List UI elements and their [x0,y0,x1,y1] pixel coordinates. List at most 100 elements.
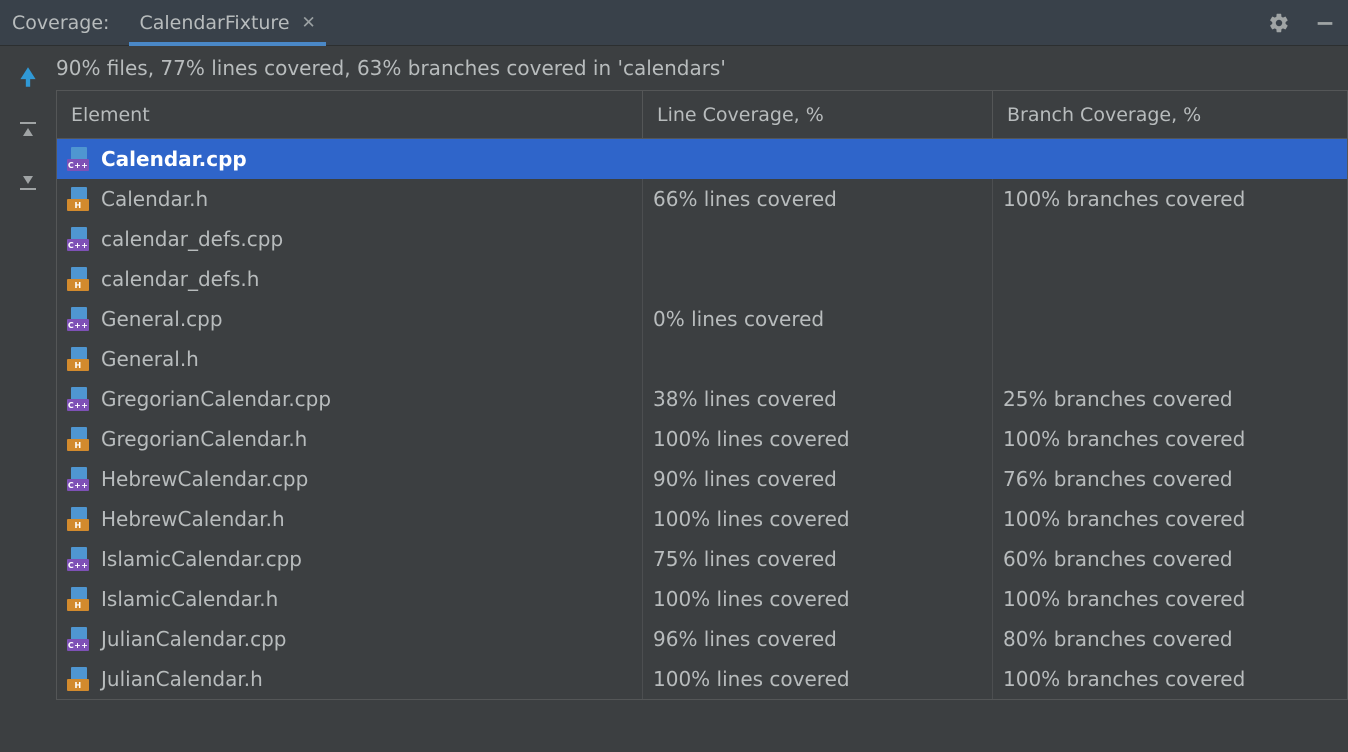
table-row[interactable]: HIslamicCalendar.h100% lines covered100%… [57,579,1347,619]
tab-label: CalendarFixture [139,12,289,34]
cell-line-coverage [643,219,993,259]
header-file-icon: H [67,267,91,291]
file-name: calendar_defs.h [101,267,259,291]
header-file-icon: H [67,347,91,371]
cell-branch-coverage: 100% branches covered [993,419,1347,459]
cell-line-coverage: 100% lines covered [643,419,993,459]
file-name: Calendar.h [101,187,208,211]
cell-element: H Calendar.h [57,179,643,219]
table-row[interactable]: H GregorianCalendar.h 100% lines covered10… [57,419,1347,459]
cell-branch-coverage [993,219,1347,259]
vertical-toolbar [0,46,56,752]
column-branch[interactable]: Branch Coverage, % [993,91,1347,139]
cell-line-coverage: 100% lines covered [643,579,993,619]
cpp-file-icon: C++ [67,467,91,491]
header-file-icon: H [67,427,91,451]
flatten-up-icon[interactable] [16,118,40,142]
column-line[interactable]: Line Coverage, % [643,91,993,139]
cell-element: C++ Calendar.cpp [57,139,643,179]
cell-branch-coverage: 100% branches covered [993,499,1347,539]
cell-line-coverage: 90% lines covered [643,459,993,499]
cell-line-coverage: 0% lines covered [643,299,993,339]
cell-element: C++ HebrewCalendar.cpp [57,459,643,499]
cpp-file-icon: C++ [67,147,91,171]
tab-calendarfixture[interactable]: CalendarFixture ✕ [129,0,325,45]
header-actions [1268,12,1336,34]
file-name: IslamicCalendar.cpp [101,547,302,571]
table-row[interactable]: C++ General.cpp 0% lines covered [57,299,1347,339]
cell-element: C++ General.cpp [57,299,643,339]
table-row[interactable]: C++ IslamicCalendar.cpp 75% lines covered6… [57,539,1347,579]
table-row[interactable]: C++ HebrewCalendar.cpp 90% lines covered76… [57,459,1347,499]
cell-branch-coverage: 60% branches covered [993,539,1347,579]
file-name: HebrewCalendar.cpp [101,467,308,491]
cpp-file-icon: C++ [67,307,91,331]
table-row[interactable]: H Calendar.h 66% lines covered100% branche… [57,179,1347,219]
file-name: General.h [101,347,199,371]
coverage-table: Element Line Coverage, % Branch Coverage… [56,90,1348,700]
header-file-icon: H [67,667,91,691]
file-name: GregorianCalendar.h [101,427,307,451]
file-name: JulianCalendar.cpp [101,627,286,651]
cell-element: H GregorianCalendar.h [57,419,643,459]
cell-branch-coverage: 76% branches covered [993,459,1347,499]
file-name: JulianCalendar.h [101,667,263,691]
header-file-icon: H [67,187,91,211]
cell-element: C++ JulianCalendar.cpp [57,619,643,659]
minimize-icon[interactable] [1314,12,1336,34]
table-row[interactable]: C++ Calendar.cpp [57,139,1347,179]
cell-branch-coverage: 25% branches covered [993,379,1347,419]
cell-branch-coverage [993,259,1347,299]
cpp-file-icon: C++ [67,387,91,411]
file-name: General.cpp [101,307,223,331]
table-row[interactable]: H JulianCalendar.h 100% lines covered100% … [57,659,1347,699]
cell-branch-coverage [993,139,1347,179]
cpp-file-icon: C++ [67,227,91,251]
cell-element: H HebrewCalendar.h [57,499,643,539]
cpp-file-icon: C++ [67,627,91,651]
cell-branch-coverage: 100% branches covered [993,579,1347,619]
header-file-icon: H [67,507,91,531]
cell-element: C++ calendar_defs.cpp [57,219,643,259]
flatten-down-icon[interactable] [16,170,40,194]
file-name: Calendar.cpp [101,147,247,171]
file-name: GregorianCalendar.cpp [101,387,331,411]
file-name: IslamicCalendar.h [101,587,278,611]
cell-line-coverage: 96% lines covered [643,619,993,659]
table-row[interactable]: C++ calendar_defs.cpp [57,219,1347,259]
file-name: calendar_defs.cpp [101,227,283,251]
close-icon[interactable]: ✕ [302,13,316,33]
file-name: HebrewCalendar.h [101,507,285,531]
toolwindow-header: Coverage: CalendarFixture ✕ [0,0,1348,46]
cell-element: Hcalendar_defs.h [57,259,643,299]
cell-line-coverage: 100% lines covered [643,659,993,699]
cell-branch-coverage [993,339,1347,379]
cell-line-coverage: 66% lines covered [643,179,993,219]
table-row[interactable]: H General.h [57,339,1347,379]
gear-icon[interactable] [1268,12,1290,34]
cell-element: HIslamicCalendar.h [57,579,643,619]
table-row[interactable]: Hcalendar_defs.h [57,259,1347,299]
tab-underline [129,42,325,46]
table-row[interactable]: C++ GregorianCalendar.cpp 38% lines covere… [57,379,1347,419]
cell-line-coverage [643,259,993,299]
navigate-up-icon[interactable] [15,64,41,90]
cell-element: C++ GregorianCalendar.cpp [57,379,643,419]
cpp-file-icon: C++ [67,547,91,571]
cell-element: H General.h [57,339,643,379]
table-row[interactable]: C++ JulianCalendar.cpp 96% lines covered80… [57,619,1347,659]
column-element[interactable]: Element [57,91,643,139]
cell-element: C++ IslamicCalendar.cpp [57,539,643,579]
cell-line-coverage: 38% lines covered [643,379,993,419]
table-row[interactable]: H HebrewCalendar.h 100% lines covered100% … [57,499,1347,539]
table-header: Element Line Coverage, % Branch Coverage… [57,91,1347,139]
toolwindow-title: Coverage: [12,12,109,34]
cell-branch-coverage: 100% branches covered [993,659,1347,699]
cell-line-coverage [643,139,993,179]
cell-element: H JulianCalendar.h [57,659,643,699]
cell-line-coverage [643,339,993,379]
cell-branch-coverage: 100% branches covered [993,179,1347,219]
cell-branch-coverage: 80% branches covered [993,619,1347,659]
cell-line-coverage: 100% lines covered [643,499,993,539]
cell-line-coverage: 75% lines covered [643,539,993,579]
